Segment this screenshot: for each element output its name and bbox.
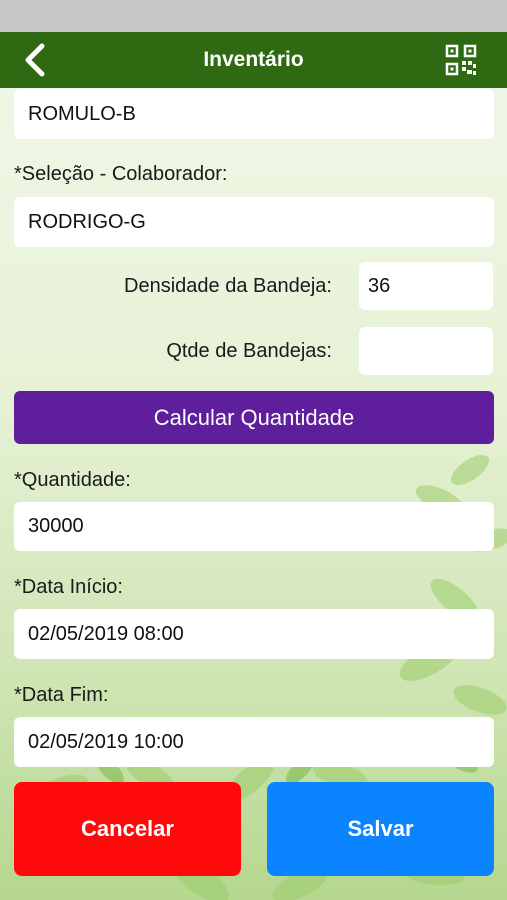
calculate-quantity-button[interactable]: Calcular Quantidade	[14, 391, 494, 444]
qr-code-icon	[445, 44, 477, 76]
status-bar	[0, 0, 507, 32]
collaborator-label: *Seleção - Colaborador:	[14, 163, 228, 185]
tray-count-label: Qtde de Bandejas:	[166, 340, 332, 362]
quantity-field[interactable]: 30000	[14, 502, 494, 551]
quantity-label: *Quantidade:	[14, 469, 131, 491]
tray-density-input[interactable]: 36	[359, 262, 493, 310]
qr-scan-button[interactable]	[445, 44, 477, 76]
start-date-field[interactable]: 02/05/2019 08:00	[14, 609, 494, 659]
responsible-field[interactable]: ROMULO-B	[14, 89, 494, 139]
tray-density-label: Densidade da Bandeja:	[124, 275, 332, 297]
start-date-label: *Data Início:	[14, 576, 123, 598]
page-title: Inventário	[203, 48, 304, 71]
tray-count-input[interactable]	[359, 327, 493, 375]
collaborator-field[interactable]: RODRIGO-G	[14, 197, 494, 247]
save-button[interactable]: Salvar	[267, 782, 494, 876]
cancel-button[interactable]: Cancelar	[14, 782, 241, 876]
end-date-field[interactable]: 02/05/2019 10:00	[14, 717, 494, 767]
end-date-label: *Data Fim:	[14, 684, 109, 706]
header-bar: Inventário	[0, 32, 507, 88]
